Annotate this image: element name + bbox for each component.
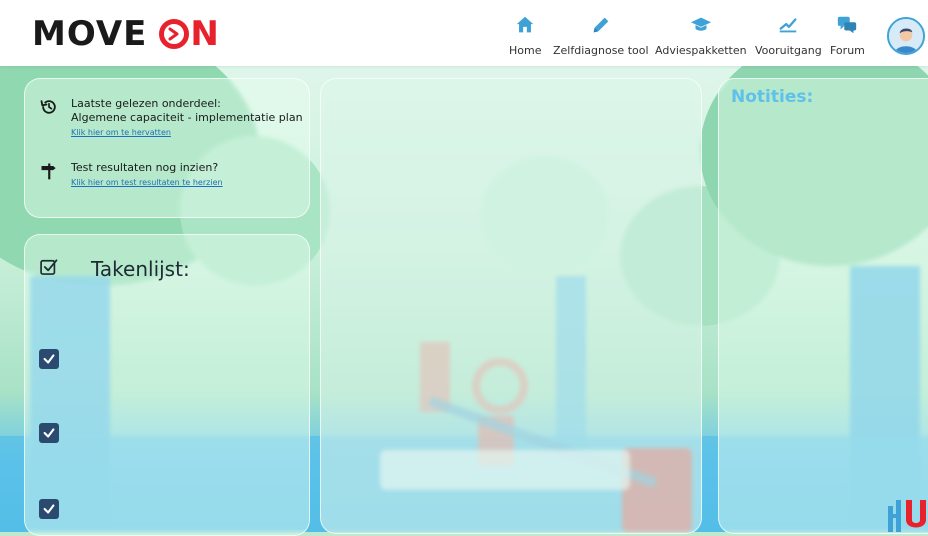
- task-list-panel: Takenlijst:: [24, 234, 310, 536]
- checkmark-icon: [43, 354, 55, 364]
- last-read-item: Algemene capaciteit - implementatie plan: [71, 111, 303, 124]
- history-icon: [40, 100, 56, 114]
- task-checkbox[interactable]: [39, 423, 59, 443]
- task-checkbox[interactable]: [39, 499, 59, 519]
- nav-vooruitgang-label: Vooruitgang: [755, 44, 822, 57]
- notes-title: Notities:: [731, 87, 814, 107]
- nav-adviespakketten-label: Adviespakketten: [655, 44, 747, 57]
- test-results-label: Test resultaten nog inzien?: [71, 161, 219, 174]
- nav-adviespakketten[interactable]: Adviespakketten: [655, 14, 747, 57]
- pencil-icon: [593, 17, 609, 33]
- checkbox-checked-icon: [40, 259, 58, 275]
- test-results-link[interactable]: Klik hier om test resultaten te herzien: [71, 178, 223, 187]
- logo-letter-n: N: [190, 14, 220, 54]
- nav-forum-label: Forum: [830, 44, 865, 57]
- test-results-row: Test resultaten nog inzien? Klik hier om…: [39, 161, 223, 187]
- notes-panel[interactable]: Notities:: [718, 78, 928, 534]
- task-list-title: Takenlijst:: [91, 257, 190, 281]
- nav-zelfdiagnose-label: Zelfdiagnose tool: [553, 44, 649, 57]
- checkmark-icon: [43, 504, 55, 514]
- avatar-person-icon: [889, 19, 923, 53]
- last-read-row: Laatste gelezen onderdeel: Algemene capa…: [39, 97, 303, 137]
- nav-zelfdiagnose[interactable]: Zelfdiagnose tool: [553, 14, 649, 57]
- move-on-logo[interactable]: MOVE N: [32, 14, 220, 54]
- signpost-icon: [41, 163, 56, 180]
- chart-line-icon: [779, 18, 797, 33]
- task-checkbox[interactable]: [39, 349, 59, 369]
- resume-link[interactable]: Klik hier om te hervatten: [71, 128, 303, 137]
- recent-activity-panel: Laatste gelezen onderdeel: Algemene capa…: [24, 78, 310, 218]
- logo-word-move: MOVE: [32, 14, 148, 54]
- home-icon: [516, 16, 534, 33]
- chat-bubbles-icon: [838, 16, 857, 34]
- user-avatar[interactable]: [887, 17, 925, 55]
- hu-logo: [888, 500, 926, 532]
- center-content-panel: [320, 78, 702, 534]
- logo-word-on: N: [159, 14, 219, 54]
- nav-home[interactable]: Home: [509, 14, 541, 57]
- checkmark-icon: [43, 428, 55, 438]
- top-navigation-bar: MOVE N Home Zelfdiagnose tool Adviespakk…: [0, 0, 928, 66]
- graduation-cap-icon: [690, 17, 711, 31]
- nav-vooruitgang[interactable]: Vooruitgang: [755, 14, 822, 57]
- last-read-label: Laatste gelezen onderdeel:: [71, 97, 221, 110]
- nav-forum[interactable]: Forum: [830, 14, 865, 57]
- nav-home-label: Home: [509, 44, 542, 57]
- logo-o-arrow-icon: [159, 19, 190, 49]
